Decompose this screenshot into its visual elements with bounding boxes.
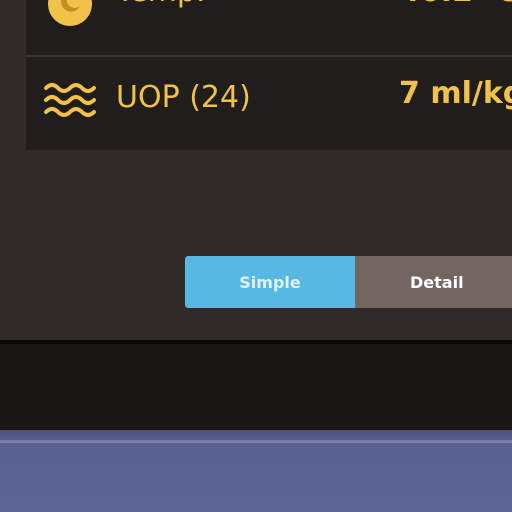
vital-value: 7 ml/kg bbox=[399, 76, 512, 111]
vital-label: Temp. bbox=[116, 0, 206, 10]
vital-row-temp: Temp. 40.2° c bbox=[26, 0, 512, 46]
view-mode-toggle: Simple Detail bbox=[185, 256, 512, 308]
vitals-panel: Temp. 40.2° c UOP (24) 7 ml/kg bbox=[26, 0, 512, 150]
moon-icon bbox=[48, 0, 92, 26]
base-highlight bbox=[0, 440, 512, 443]
vital-label: UOP (24) bbox=[116, 80, 251, 115]
device-base bbox=[0, 430, 512, 512]
monitor-screen: Temp. 40.2° c UOP (24) 7 ml/kg Simple De… bbox=[0, 0, 512, 340]
monitor-bezel bbox=[0, 340, 512, 430]
waves-icon bbox=[42, 80, 98, 124]
vital-row-uop: UOP (24) 7 ml/kg bbox=[26, 76, 512, 132]
detail-view-button[interactable]: Detail bbox=[355, 256, 512, 308]
vital-value: 40.2° c bbox=[399, 0, 512, 10]
simple-view-button[interactable]: Simple bbox=[185, 256, 355, 308]
bezel-edge bbox=[0, 340, 512, 344]
divider bbox=[26, 55, 512, 57]
